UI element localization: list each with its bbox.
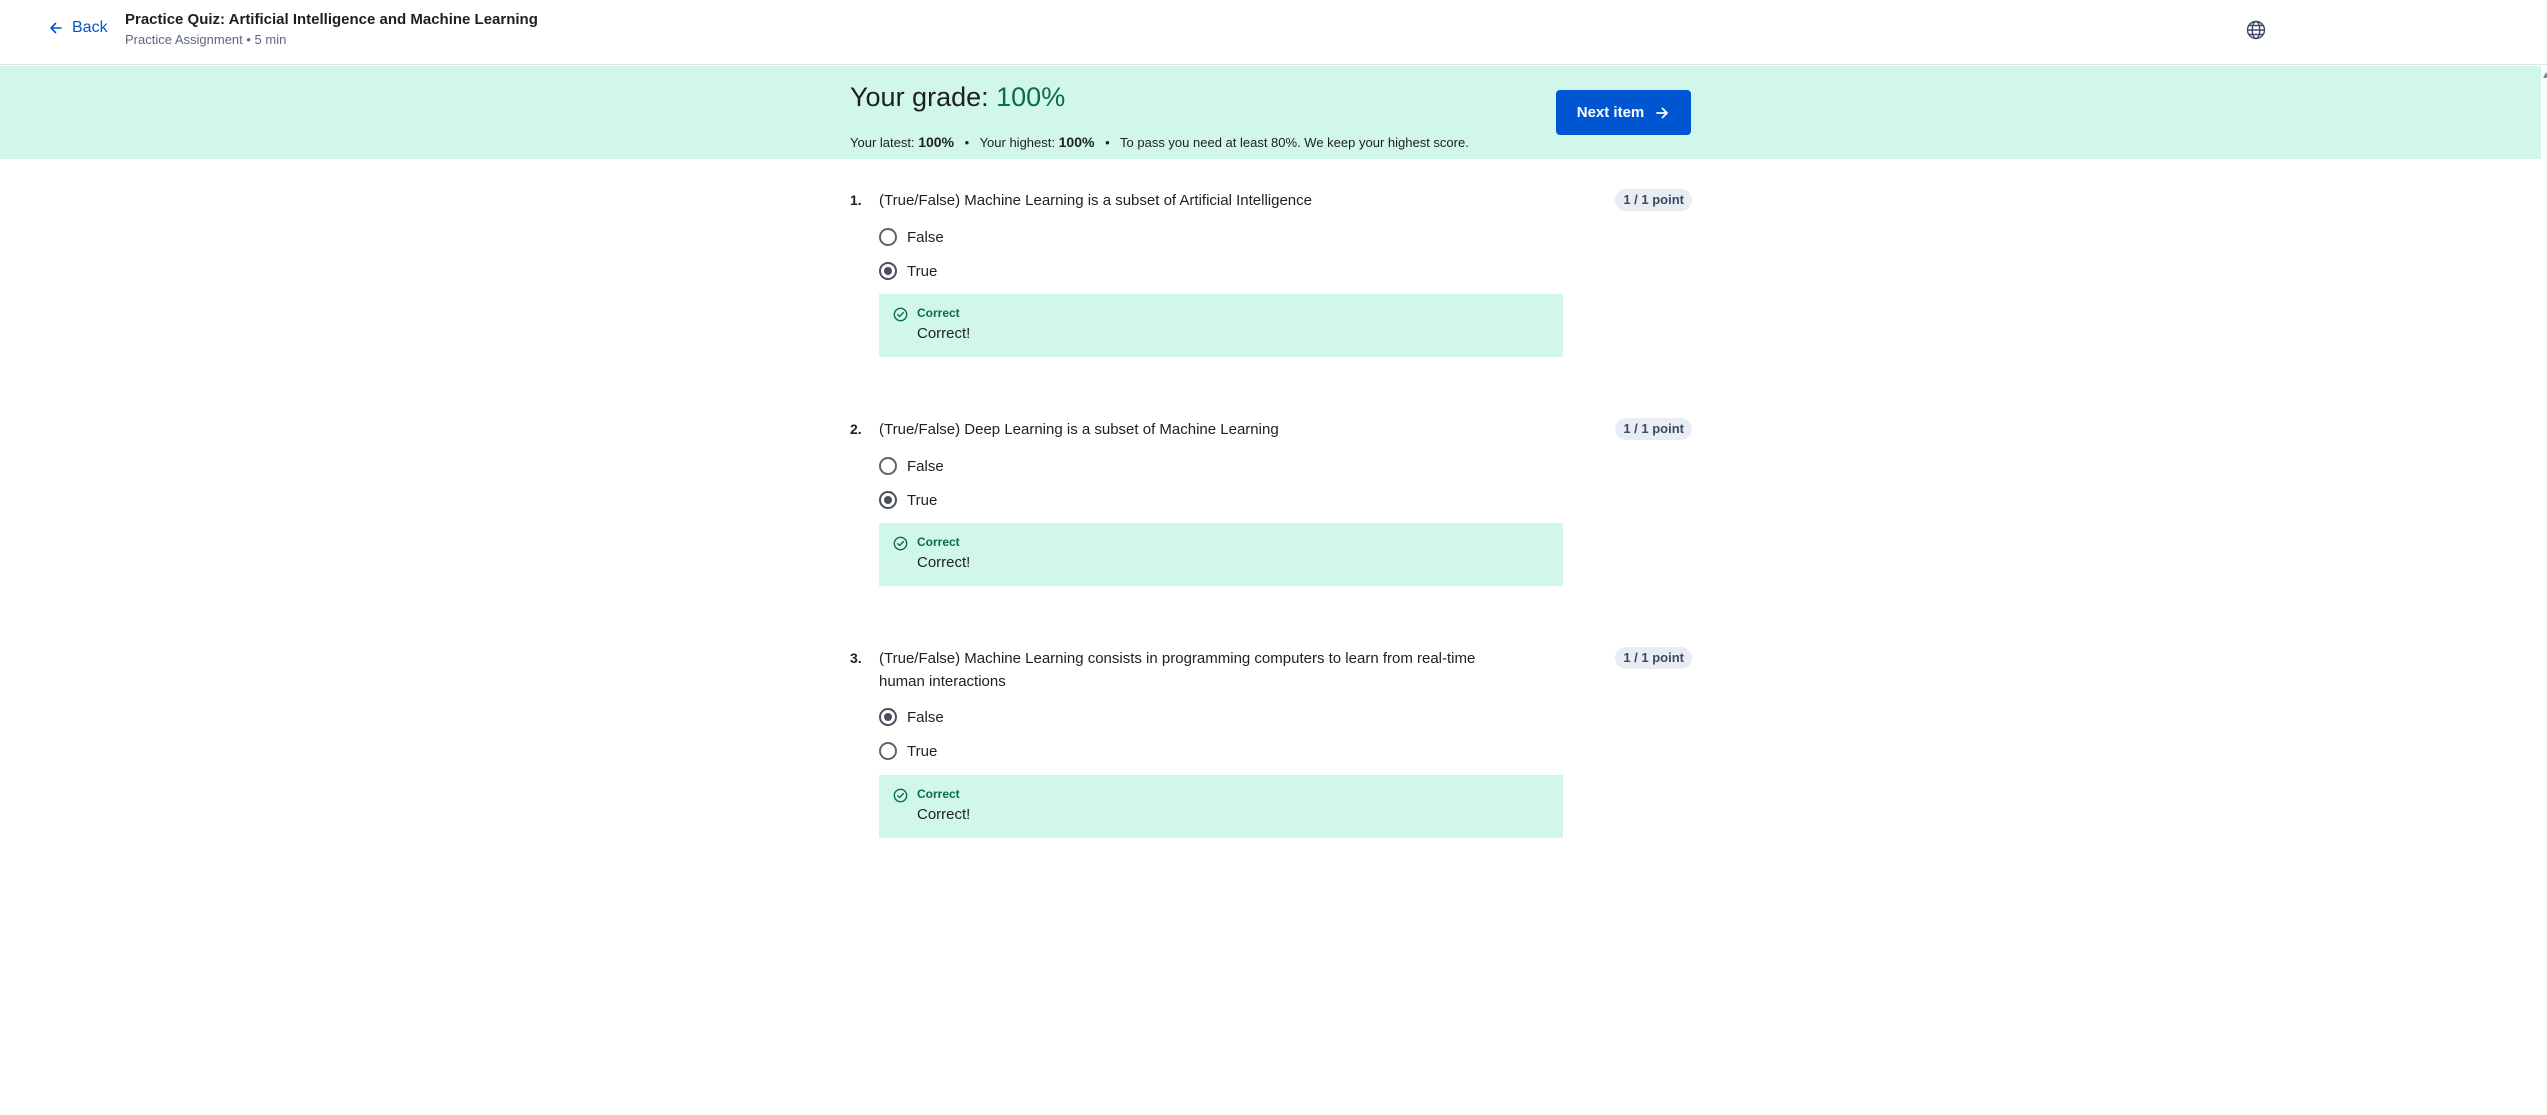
radio-button-selected[interactable] — [879, 708, 897, 726]
back-label: Back — [72, 19, 108, 36]
feedback-text: Correct! — [917, 325, 971, 342]
option-label: False — [907, 708, 944, 726]
grade-banner: Your grade: 100% Your latest: 100% • You… — [0, 66, 2541, 159]
question-text: (True/False) Machine Learning is a subse… — [879, 192, 1312, 209]
check-circle-icon — [893, 788, 908, 803]
separator-dot: • — [964, 135, 970, 150]
option-false[interactable]: False — [879, 454, 944, 478]
points-badge: 1 / 1 point — [1615, 418, 1692, 440]
points-badge: 1 / 1 point — [1615, 189, 1692, 211]
check-circle-icon — [893, 307, 908, 322]
grade-stats: Your latest: 100% • Your highest: 100% •… — [850, 134, 1469, 150]
points-badge: 1 / 1 point — [1615, 647, 1692, 669]
next-item-label: Next item — [1576, 104, 1645, 121]
option-label: False — [907, 457, 944, 475]
title-block: Practice Quiz: Artificial Intelligence a… — [125, 10, 538, 49]
highest-value: 100% — [1058, 134, 1095, 150]
highest-label: Your highest: — [979, 135, 1055, 150]
radio-button[interactable] — [879, 457, 897, 475]
latest-label: Your latest: — [850, 135, 915, 150]
question-1: 1. (True/False) Machine Learning is a su… — [850, 189, 1692, 359]
back-button[interactable]: Back — [48, 16, 108, 40]
question-number: 3. — [850, 650, 862, 666]
option-label: True — [907, 742, 938, 760]
grade-value: 100% — [996, 82, 1066, 112]
next-item-button[interactable]: Next item — [1556, 90, 1691, 135]
pass-note: To pass you need at least 80%. We keep y… — [1120, 135, 1469, 150]
question-3: 3. (True/False) Machine Learning consist… — [850, 647, 1692, 839]
language-button[interactable] — [2245, 19, 2267, 41]
question-2: 2. (True/False) Deep Learning is a subse… — [850, 418, 1692, 588]
globe-icon — [2246, 20, 2266, 40]
question-text: (True/False) Deep Learning is a subset o… — [879, 421, 1279, 438]
grade-label: Your grade: — [850, 82, 989, 112]
separator-dot: • — [1105, 135, 1110, 150]
radio-button[interactable] — [879, 228, 897, 246]
option-true[interactable]: True — [879, 488, 937, 512]
question-text: (True/False) Machine Learning consists i… — [879, 650, 1476, 690]
option-false[interactable]: False — [879, 225, 944, 249]
option-false[interactable]: False — [879, 705, 944, 729]
feedback-box: Correct Correct! — [879, 294, 1563, 357]
page-title: Practice Quiz: Artificial Intelligence a… — [125, 11, 538, 28]
option-label: False — [907, 228, 944, 246]
question-number: 2. — [850, 421, 862, 437]
feedback-title: Correct — [917, 306, 960, 320]
arrow-right-icon — [1656, 107, 1669, 118]
option-label: True — [907, 262, 938, 280]
option-label: True — [907, 491, 938, 509]
feedback-box: Correct Correct! — [879, 523, 1563, 586]
option-true[interactable]: True — [879, 739, 937, 763]
feedback-text: Correct! — [917, 806, 971, 823]
question-number: 1. — [850, 192, 862, 208]
page-subtitle: Practice Assignment • 5 min — [125, 32, 287, 47]
feedback-title: Correct — [917, 787, 960, 801]
feedback-box: Correct Correct! — [879, 775, 1563, 838]
arrow-left-icon — [50, 22, 62, 34]
feedback-text: Correct! — [917, 554, 971, 571]
scrollbar-arrow-icon[interactable]: ▲ — [2541, 70, 2547, 82]
feedback-title: Correct — [917, 535, 960, 549]
radio-button-selected[interactable] — [879, 491, 897, 509]
radio-button[interactable] — [879, 742, 897, 760]
latest-value: 100% — [918, 134, 954, 150]
check-circle-icon — [893, 536, 908, 551]
radio-button-selected[interactable] — [879, 262, 897, 280]
top-bar: Back Practice Quiz: Artificial Intellige… — [0, 0, 2547, 65]
option-true[interactable]: True — [879, 259, 937, 283]
